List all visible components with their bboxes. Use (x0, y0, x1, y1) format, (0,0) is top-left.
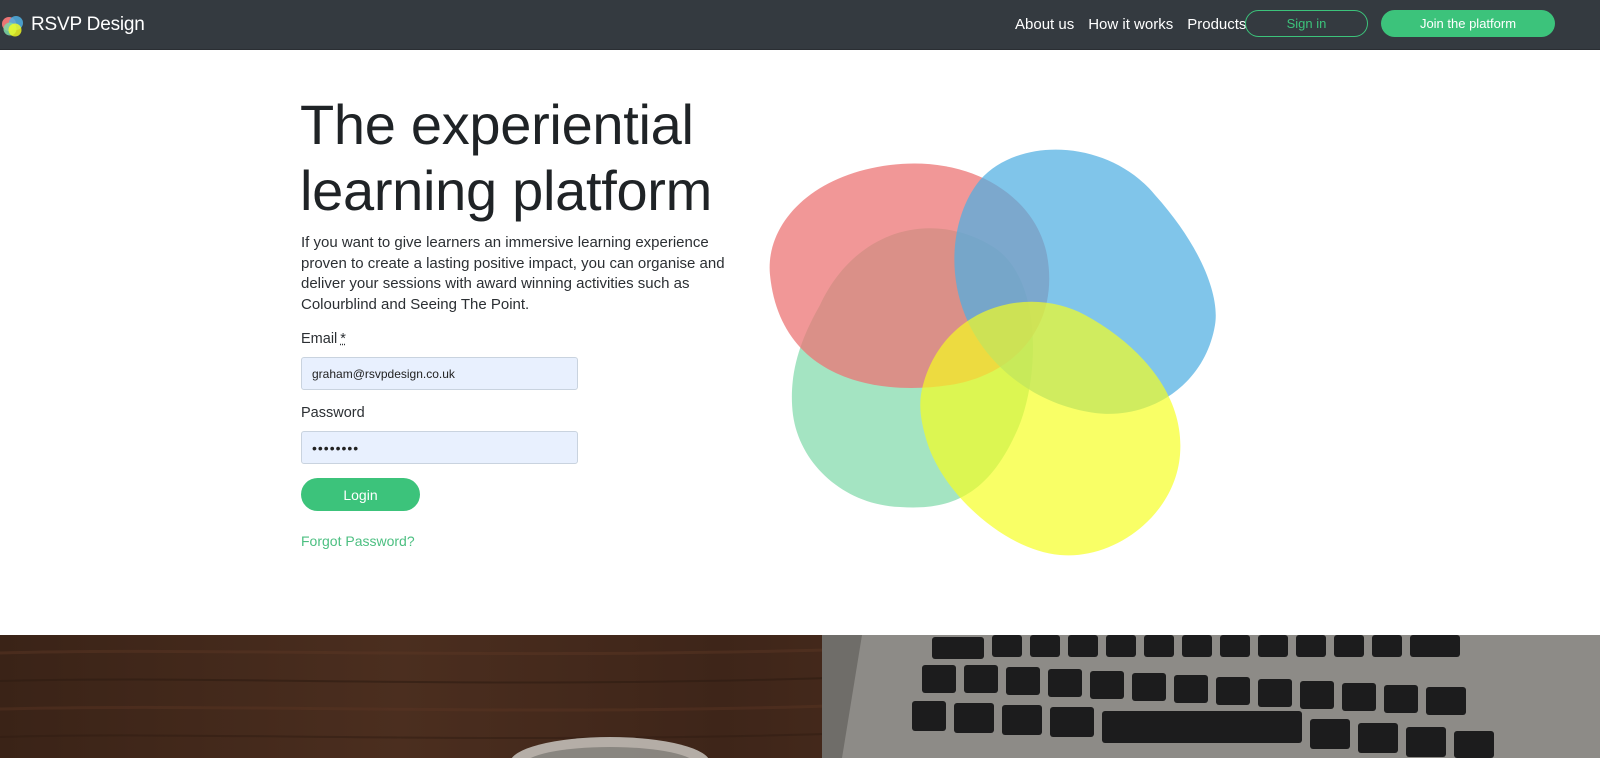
nav-links: About us How it works Products (1015, 0, 1260, 48)
email-label-text: Email (301, 331, 338, 347)
nav-link-products[interactable]: Products (1187, 16, 1246, 33)
nav-link-how-it-works[interactable]: How it works (1088, 16, 1173, 33)
password-label: Password (301, 405, 365, 421)
login-button[interactable]: Login (301, 478, 420, 511)
email-label: Email * (301, 331, 346, 347)
brand-name: RSVP Design (31, 14, 145, 35)
hero-title: The experiential learning platform (300, 93, 713, 222)
nav-link-about[interactable]: About us (1015, 16, 1074, 33)
sign-in-button[interactable]: Sign in (1245, 10, 1368, 37)
forgot-password-link[interactable]: Forgot Password? (301, 533, 415, 549)
overlapping-blobs-illustration (769, 149, 1216, 556)
required-mark: * (340, 331, 346, 347)
join-platform-button[interactable]: Join the platform (1381, 10, 1555, 37)
password-field[interactable] (301, 431, 578, 464)
laptop-keyboard (822, 635, 1600, 758)
rsvp-logo-icon (2, 16, 23, 37)
email-field[interactable] (301, 357, 578, 390)
wood-texture (0, 647, 860, 758)
keyboard-illustration (822, 635, 1494, 758)
top-navbar: RSVP Design About us How it works Produc… (0, 0, 1600, 50)
hero-description: If you want to give learners an immersiv… (301, 234, 725, 313)
hero-background-photo (0, 635, 1600, 758)
brand[interactable]: RSVP Design (1, 12, 145, 38)
